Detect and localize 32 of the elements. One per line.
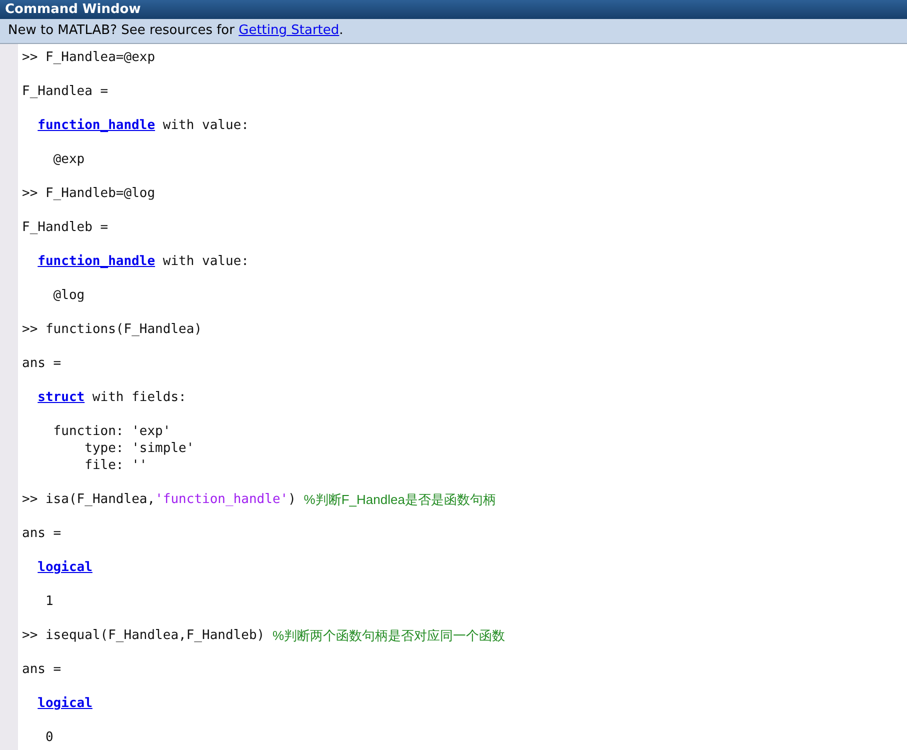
output-text: function: 'exp' <box>52 423 171 440</box>
getting-started-link[interactable]: Getting Started <box>238 23 340 38</box>
doc-link[interactable]: function_handle <box>38 253 156 270</box>
output-text: @exp <box>52 151 85 168</box>
command-text: >> functions(F_Handlea) <box>22 321 202 338</box>
output-text: with value: <box>162 253 249 270</box>
string-literal: 'function_handle' <box>155 491 288 508</box>
output-text: @log <box>52 287 85 304</box>
output-text: type: 'simple' <box>84 440 194 457</box>
doc-link[interactable]: function_handle <box>38 117 156 134</box>
command-text: >> isequal(F_Handlea,F_Handleb) <box>22 627 266 644</box>
output-text: with value: <box>162 117 249 134</box>
output-text: file: '' <box>84 457 148 474</box>
comment-text: %判断两个函数句柄是否对应同一个函数 <box>272 627 506 644</box>
doc-link[interactable]: struct <box>38 389 85 406</box>
output-text: ans = <box>22 661 62 678</box>
output-text: ans = <box>22 525 62 542</box>
output-text: F_Handlea = <box>22 83 108 100</box>
command-text: >> isa(F_Handlea, <box>22 491 156 508</box>
doc-link[interactable]: logical <box>38 559 92 576</box>
comment-text: %判断F_Handlea是否是函数句柄 <box>304 491 496 508</box>
window-title: Command Window <box>5 3 141 16</box>
output-text: F_Handleb = <box>22 219 108 236</box>
command-text: >> F_Handleb=@log <box>22 185 156 202</box>
output-text: 1 <box>44 593 54 610</box>
doc-link[interactable]: logical <box>38 695 92 712</box>
output-text: with fields: <box>91 389 186 406</box>
info-text: New to MATLAB? See resources for Getting Started. <box>8 22 344 40</box>
output-text: ans = <box>22 355 62 372</box>
command-text: >> F_Handlea=@exp <box>22 49 156 66</box>
output-text: 0 <box>44 729 54 746</box>
output-text: ) <box>288 491 297 508</box>
